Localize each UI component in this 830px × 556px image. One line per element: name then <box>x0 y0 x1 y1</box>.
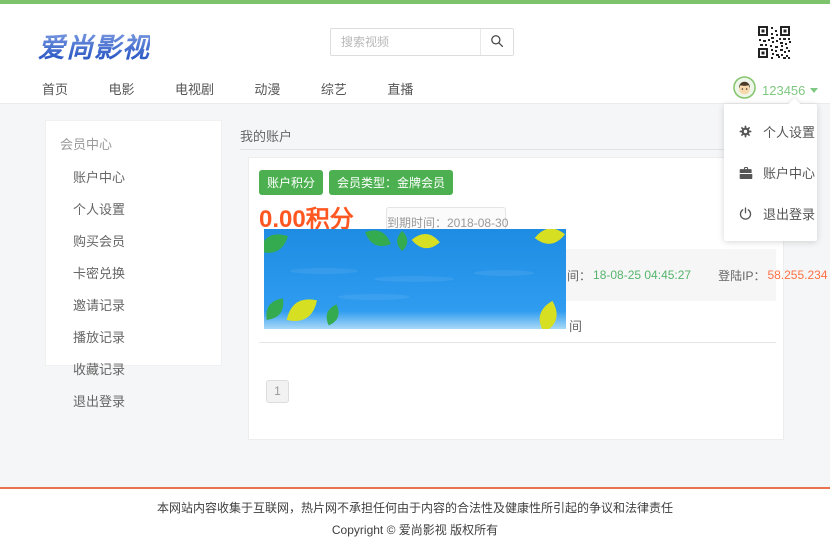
account-card: 账户积分 会员类型：金牌会员 0.00积分 到期时间：2018-08-30 间：… <box>248 157 784 440</box>
username: 123456 <box>762 83 805 98</box>
blue-leaves-banner-image <box>264 229 566 329</box>
title-divider <box>240 149 790 150</box>
login-ip-value: 58.255.234 <box>767 268 827 282</box>
site-footer: 本网站内容收集于互联网，热片网不承担任何由于内容的合法性及健康性所引起的争议和法… <box>0 487 830 556</box>
sidebar-item-account-center[interactable]: 账户中心 <box>46 161 221 193</box>
nav-item-variety[interactable]: 综艺 <box>321 70 347 107</box>
site-header: 爱尚影视 <box>0 4 830 70</box>
menu-item-logout[interactable]: 退出登录 <box>724 193 817 234</box>
sidebar-item-buy-membership[interactable]: 购买会员 <box>46 225 221 257</box>
member-sidebar: 会员中心 账户中心 个人设置 购买会员 卡密兑换 邀请记录 播放记录 收藏记录 … <box>45 120 222 366</box>
nav-item-live[interactable]: 直播 <box>387 70 413 107</box>
menu-item-label: 退出登录 <box>763 204 815 223</box>
avatar <box>733 76 756 104</box>
sidebar-item-card-redeem[interactable]: 卡密兑换 <box>46 257 221 289</box>
user-dropdown-menu: 个人设置 账户中心 退出登录 <box>724 104 817 241</box>
sidebar-item-play-records[interactable]: 播放记录 <box>46 321 221 353</box>
login-time-value: 18-08-25 04:45:27 <box>593 268 691 282</box>
user-menu-trigger[interactable]: 123456 <box>733 77 818 103</box>
site-logo[interactable]: 爱尚影视 <box>38 26 150 65</box>
briefcase-icon <box>739 167 754 179</box>
menu-item-label: 个人设置 <box>763 122 815 141</box>
sidebar-item-invite-records[interactable]: 邀请记录 <box>46 289 221 321</box>
gear-icon <box>739 125 754 138</box>
sidebar-title: 会员中心 <box>46 121 221 161</box>
section-divider <box>259 342 776 343</box>
footer-disclaimer: 本网站内容收集于互联网，热片网不承担任何由于内容的合法性及健康性所引起的争议和法… <box>0 499 830 516</box>
magnifier-icon <box>490 34 504 51</box>
page-background: 会员中心 账户中心 个人设置 购买会员 卡密兑换 邀请记录 播放记录 收藏记录 … <box>0 104 830 487</box>
menu-item-personal-settings[interactable]: 个人设置 <box>724 111 817 152</box>
chevron-down-icon <box>810 88 818 97</box>
search-box <box>330 28 514 56</box>
nav-item-tv-series[interactable]: 电视剧 <box>175 70 214 107</box>
login-time-label: 间： <box>567 267 591 284</box>
page-title: 我的账户 <box>240 126 292 145</box>
pagination-page-1[interactable]: 1 <box>266 380 289 403</box>
nav-item-anime[interactable]: 动漫 <box>254 70 280 107</box>
nav-item-movies[interactable]: 电影 <box>108 70 134 107</box>
search-input[interactable] <box>331 29 480 55</box>
main-nav: 首页 电影 电视剧 动漫 综艺 直播 <box>0 70 830 104</box>
qr-code <box>755 23 793 61</box>
login-ip-label: 登陆IP： <box>718 267 765 284</box>
nav-item-home[interactable]: 首页 <box>42 70 68 107</box>
partial-section-label: 间 <box>569 316 582 335</box>
sidebar-item-logout[interactable]: 退出登录 <box>46 385 221 417</box>
power-icon <box>739 207 754 220</box>
footer-copyright: Copyright © 爱尚影视 版权所有 <box>0 521 830 538</box>
member-type-badge: 会员类型：金牌会员 <box>329 170 453 195</box>
search-button[interactable] <box>480 29 513 55</box>
points-badge: 账户积分 <box>259 170 323 195</box>
sidebar-item-favorite-records[interactable]: 收藏记录 <box>46 353 221 385</box>
badge-row: 账户积分 会员类型：金牌会员 <box>259 170 453 195</box>
sidebar-item-personal-settings[interactable]: 个人设置 <box>46 193 221 225</box>
menu-item-label: 账户中心 <box>763 163 815 182</box>
menu-item-account-center[interactable]: 账户中心 <box>724 152 817 193</box>
